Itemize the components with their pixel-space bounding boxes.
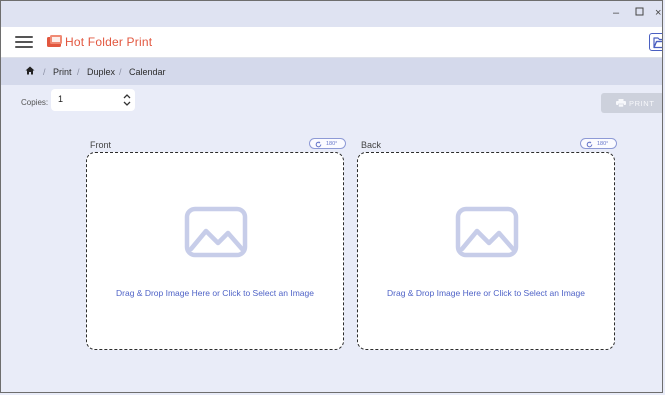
copies-value: 1 — [58, 94, 64, 104]
printer-icon — [616, 99, 626, 107]
breadcrumb-item-print[interactable]: Print — [53, 67, 72, 78]
window-minimize-button[interactable]: – — [613, 6, 619, 20]
back-image-dropzone[interactable]: Drag & Drop Image Here or Click to Selec… — [357, 152, 615, 350]
home-icon[interactable] — [25, 66, 35, 75]
open-folder-button[interactable] — [649, 33, 662, 51]
app-logo-icon — [47, 35, 62, 47]
front-dropzone-text: Drag & Drop Image Here or Click to Selec… — [116, 288, 314, 298]
back-rotate-button[interactable]: 180° — [580, 138, 617, 149]
window-titlebar: – × — [1, 1, 662, 27]
print-button[interactable]: PRINT — [601, 93, 662, 113]
copies-input[interactable]: 1 — [51, 89, 135, 111]
breadcrumb: / Print / Duplex / Calendar — [1, 58, 662, 85]
window-close-button[interactable]: × — [655, 6, 661, 20]
rotate-icon — [315, 141, 322, 148]
app-title: Hot Folder Print — [65, 35, 153, 49]
app-window: – × Hot Folder Print / Print / Duplex / … — [0, 0, 663, 393]
breadcrumb-item-calendar: Calendar — [129, 67, 166, 77]
front-rotate-label: 180° — [326, 141, 338, 147]
folder-open-icon — [653, 37, 662, 49]
front-image-dropzone[interactable]: Drag & Drop Image Here or Click to Selec… — [86, 152, 344, 350]
copies-label: Copies: — [21, 98, 49, 107]
app-header: Hot Folder Print — [1, 27, 662, 58]
back-rotate-label: 180° — [597, 141, 609, 147]
window-maximize-button[interactable] — [635, 6, 644, 20]
maximize-icon — [635, 7, 644, 16]
rotate-icon — [586, 141, 593, 148]
hamburger-menu-icon[interactable] — [15, 36, 33, 48]
image-placeholder-icon — [455, 206, 519, 258]
breadcrumb-separator: / — [77, 67, 80, 77]
breadcrumb-separator: / — [119, 67, 122, 77]
breadcrumb-separator: / — [43, 67, 46, 77]
back-panel-title: Back — [361, 140, 382, 150]
image-placeholder-icon — [184, 206, 248, 258]
stepper-icon[interactable] — [122, 92, 132, 108]
front-rotate-button[interactable]: 180° — [309, 138, 346, 149]
front-panel-title: Front — [90, 140, 112, 150]
breadcrumb-item-duplex[interactable]: Duplex — [87, 67, 115, 78]
print-button-label: PRINT — [629, 99, 655, 108]
back-dropzone-text: Drag & Drop Image Here or Click to Selec… — [387, 288, 585, 298]
